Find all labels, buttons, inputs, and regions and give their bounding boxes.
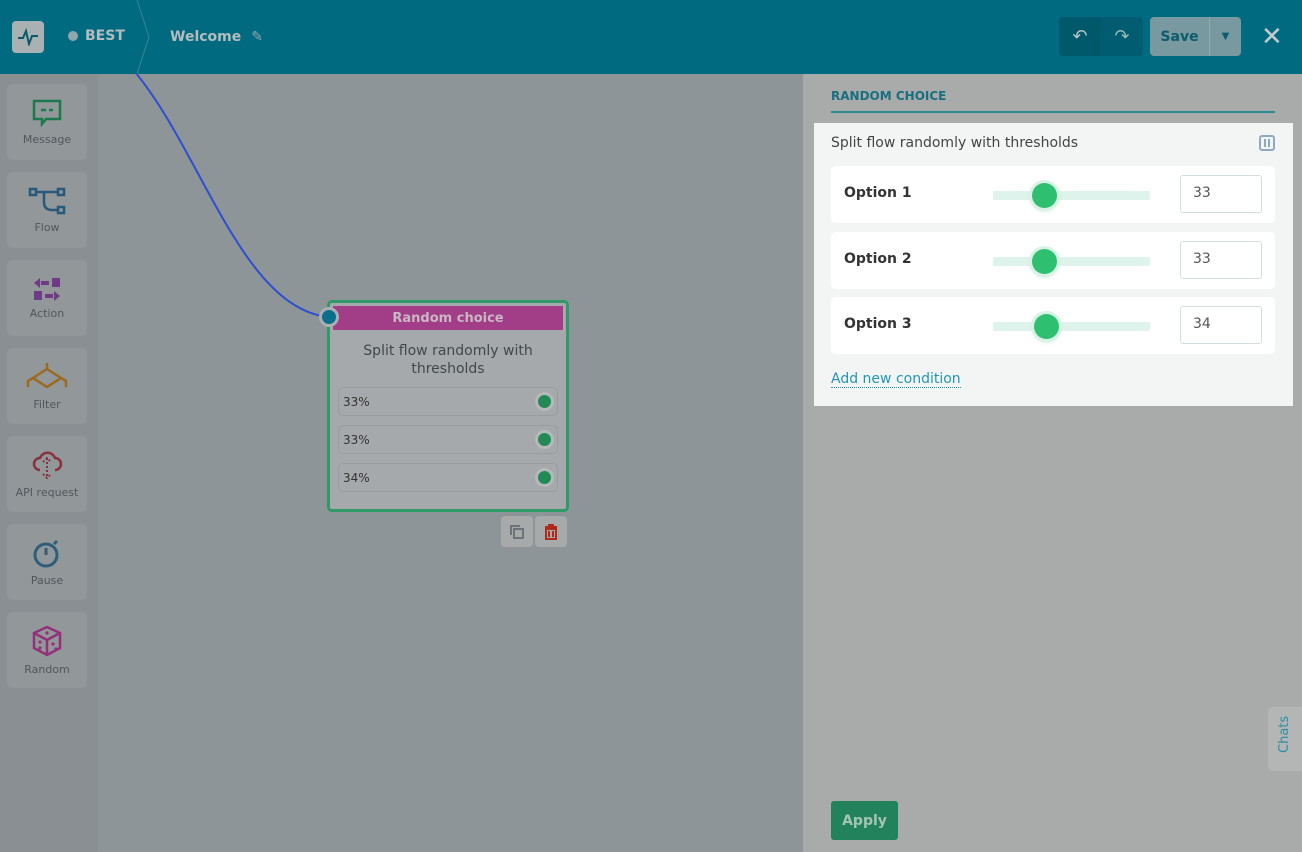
option-value-input[interactable]: 33 (1180, 175, 1262, 213)
palette-action[interactable]: Action (7, 260, 87, 336)
option-slider[interactable] (993, 314, 1150, 339)
node-output: 34% (338, 463, 558, 492)
header-bar: BEST Welcome ✎ ↶ ↷ Save ▼ ✕ (0, 0, 1302, 74)
pencil-icon[interactable]: ✎ (251, 29, 263, 45)
message-icon (32, 99, 62, 127)
save-dropdown-button[interactable]: ▼ (1210, 17, 1241, 56)
option-label: Option 2 (844, 251, 912, 267)
node-description: Split flow randomly with thresholds (363, 343, 533, 377)
redo-button[interactable]: ↷ (1101, 17, 1143, 56)
panel-title: RANDOM CHOICE (831, 89, 947, 103)
flow-title-text: Welcome (170, 29, 242, 45)
apply-button[interactable]: Apply (831, 801, 898, 840)
trash-icon (545, 523, 557, 540)
option-row: Option 3 34 (831, 297, 1275, 354)
slider-thumb[interactable] (1032, 249, 1058, 274)
settings-panel: RANDOM CHOICE Split flow randomly with t… (803, 74, 1302, 852)
option-row: Option 2 33 (831, 232, 1275, 289)
bot-name: BEST (85, 28, 125, 44)
close-button[interactable]: ✕ (1261, 22, 1283, 52)
option-label: Option 3 (844, 316, 912, 332)
node-palette: Message Flow Action Filter API request P… (0, 74, 98, 852)
add-condition-link[interactable]: Add new condition (831, 371, 961, 388)
slider-thumb[interactable] (1033, 314, 1059, 339)
output-port[interactable] (538, 395, 551, 408)
option-slider[interactable] (993, 249, 1150, 274)
palette-message[interactable]: Message (7, 84, 87, 160)
palette-flow[interactable]: Flow (7, 172, 87, 248)
output-label: 33% (343, 432, 370, 447)
dice-icon (32, 625, 62, 656)
output-port[interactable] (538, 433, 551, 446)
palette-pause[interactable]: Pause (7, 524, 87, 600)
output-label: 33% (343, 394, 370, 409)
undo-button[interactable]: ↶ (1059, 17, 1101, 56)
breadcrumb-separator (136, 0, 150, 74)
filter-icon (26, 362, 68, 388)
palette-label: Pause (30, 573, 64, 587)
output-port[interactable] (538, 471, 551, 484)
action-icon (34, 277, 60, 301)
option-row: Option 1 33 (831, 166, 1275, 223)
bot-icon (68, 31, 78, 41)
palette-filter[interactable]: Filter (7, 348, 87, 424)
logo-icon[interactable] (12, 21, 44, 53)
palette-label: API request (15, 485, 79, 499)
chats-tab[interactable]: Chats (1268, 707, 1302, 771)
chats-label: Chats (1277, 715, 1292, 753)
palette-api-request[interactable]: API request (7, 436, 87, 512)
palette-label: Message (22, 132, 72, 146)
random-choice-node[interactable]: Random choice Split flow randomly with t… (327, 300, 569, 512)
output-label: 34% (343, 470, 370, 485)
stopwatch-icon (33, 539, 59, 567)
palette-label: Flow (34, 220, 60, 234)
save-button[interactable]: Save (1150, 17, 1210, 56)
option-value-input[interactable]: 33 (1180, 241, 1262, 279)
panel-title-underline (831, 111, 1275, 113)
option-slider[interactable] (993, 183, 1150, 208)
slider-thumb[interactable] (1032, 183, 1058, 208)
duplicate-node-button[interactable] (501, 516, 533, 547)
node-output: 33% (338, 387, 558, 416)
flow-title[interactable]: Welcome ✎ (170, 29, 263, 45)
bot-breadcrumb[interactable]: BEST (68, 28, 125, 44)
node-output: 33% (338, 425, 558, 454)
palette-random[interactable]: Random (7, 612, 87, 688)
flow-icon (28, 187, 66, 214)
options-card: Split flow randomly with thresholds Opti… (814, 123, 1293, 406)
copy-icon (510, 524, 524, 539)
input-port[interactable] (319, 307, 339, 327)
cloud-icon (32, 451, 63, 479)
option-value-input[interactable]: 34 (1180, 306, 1262, 344)
node-title: Random choice (333, 306, 563, 330)
palette-label: Action (29, 306, 65, 320)
settings-toggle-icon[interactable] (1259, 135, 1275, 151)
palette-label: Filter (33, 397, 61, 411)
palette-label: Random (24, 662, 70, 676)
option-label: Option 1 (844, 185, 912, 201)
delete-node-button[interactable] (535, 516, 567, 547)
panel-description: Split flow randomly with thresholds (831, 135, 1079, 151)
